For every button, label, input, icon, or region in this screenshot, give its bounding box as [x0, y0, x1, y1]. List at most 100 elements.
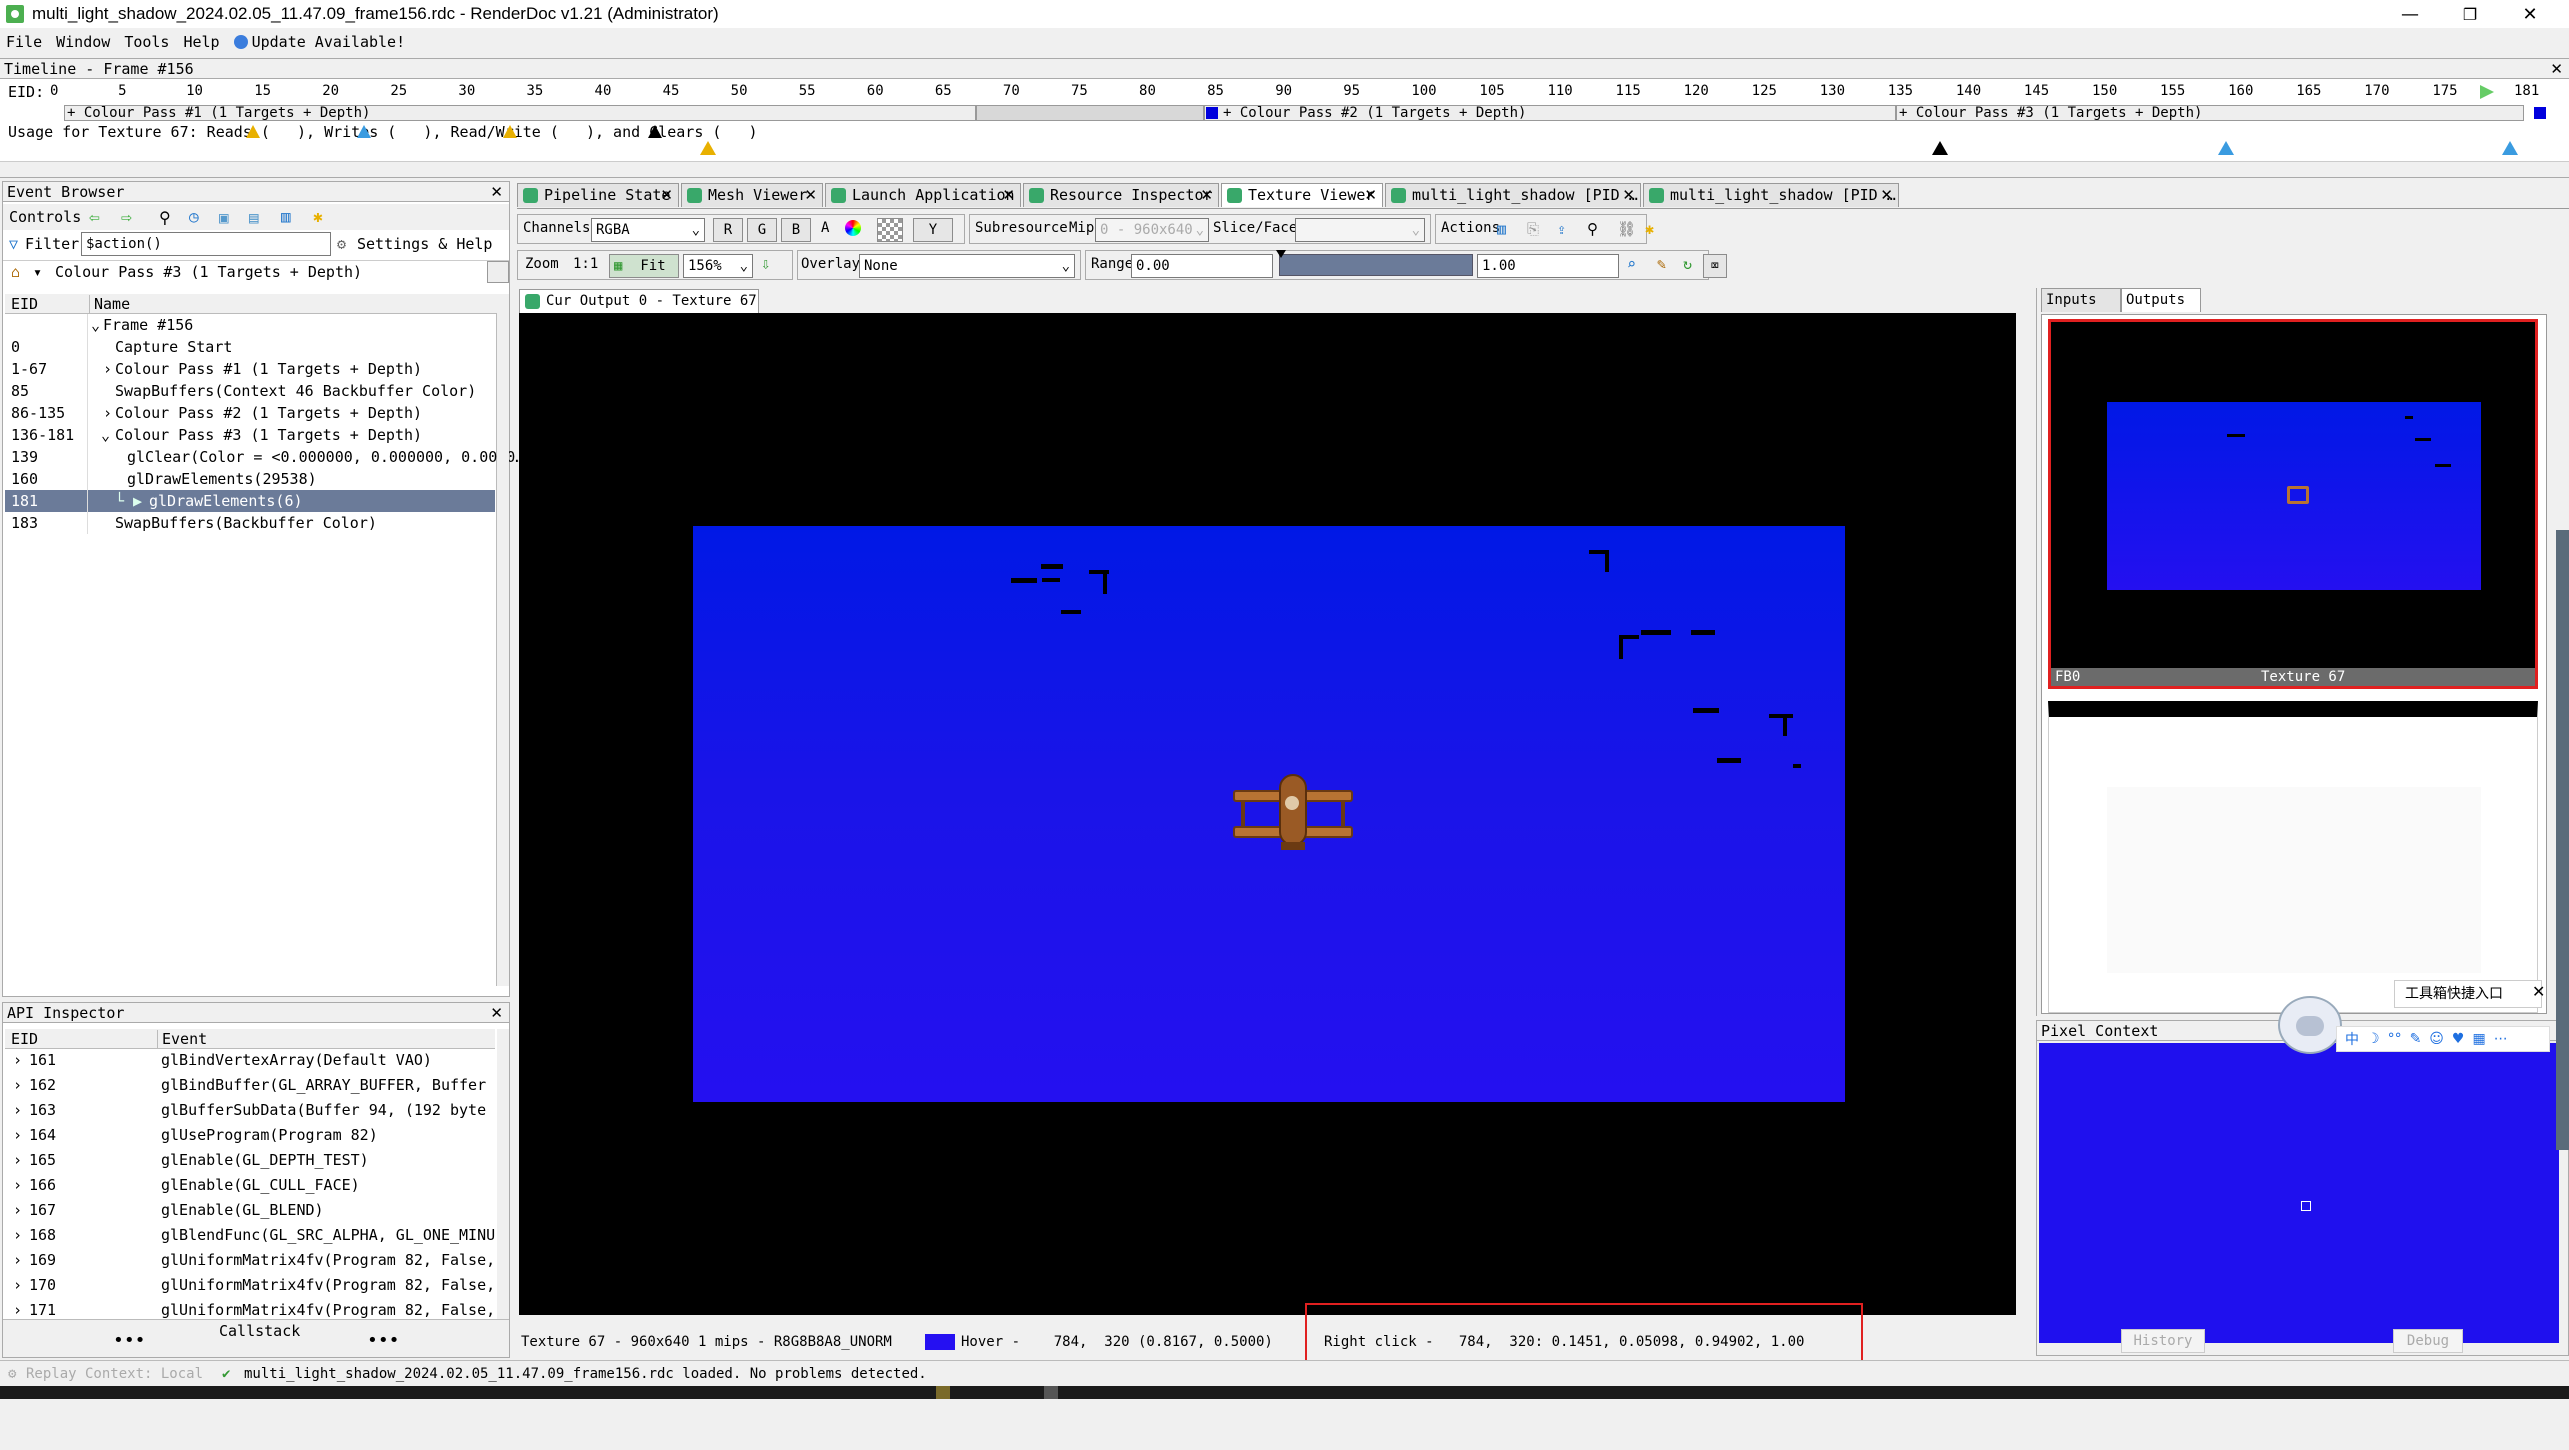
tab-pipeline-state[interactable]: Pipeline State ✕	[517, 183, 679, 207]
timeline-scrollbar[interactable]	[0, 161, 2569, 177]
splitter-dots[interactable]: •••	[367, 1330, 400, 1351]
api-call-row[interactable]: › 166 glEnable(GL_CULL_FACE)	[5, 1174, 495, 1196]
tab-texture-viewer[interactable]: Texture Viewer ✕	[1221, 183, 1383, 207]
color-picker-icon[interactable]	[845, 220, 861, 236]
expand-chevron-icon[interactable]: ›	[13, 1074, 22, 1096]
usage-write-marker[interactable]	[2502, 141, 2518, 155]
auto-fit-icon[interactable]: ✎	[1657, 255, 1666, 273]
checkerboard-icon[interactable]	[877, 218, 903, 242]
save-icon[interactable]: ▥	[281, 207, 291, 226]
timeline-pass-1[interactable]: + Colour Pass #1 (1 Targets + Depth)	[64, 105, 976, 121]
forward-arrow-icon[interactable]: ⇨	[121, 207, 132, 228]
api-call-row[interactable]: › 161 glBindVertexArray(Default VAO)	[5, 1049, 495, 1071]
api-call-row[interactable]: › 167 glEnable(GL_BLEND)	[5, 1199, 495, 1221]
range-min-input[interactable]: 0.00	[1131, 254, 1273, 278]
api-col-event[interactable]: Event	[157, 1030, 207, 1048]
api-col-eid[interactable]: EID	[11, 1030, 38, 1048]
event-list-scrollbar[interactable]	[497, 294, 509, 986]
col-eid[interactable]: EID	[11, 295, 38, 313]
toolbox-close-icon[interactable]: ✕	[2532, 982, 2545, 1001]
api-call-row[interactable]: › 165 glEnable(GL_DEPTH_TEST)	[5, 1149, 495, 1171]
histogram-toggle-icon[interactable]: ⌧	[1703, 254, 1727, 278]
binoculars-icon[interactable]: ⚲	[1587, 220, 1598, 238]
close-window-button[interactable]: ✕	[2500, 0, 2560, 28]
timeline-close-icon[interactable]: ✕	[2550, 59, 2563, 79]
collapse-icon[interactable]: ▤	[249, 208, 259, 227]
range-min-handle[interactable]	[1276, 250, 1286, 258]
api-call-row[interactable]: › 168 glBlendFunc(GL_SRC_ALPHA, GL_ONE_MIN…	[5, 1224, 495, 1246]
filter-input[interactable]: $action()	[81, 232, 331, 256]
home-icon[interactable]: ⌂	[11, 263, 20, 281]
copy-icon[interactable]: ⎘	[1527, 220, 1539, 238]
channels-select[interactable]: RGBA ⌄	[591, 218, 705, 242]
flip-icon[interactable]: ⇩	[761, 254, 771, 273]
event-row[interactable]: 160 glDrawElements(29538)	[5, 468, 495, 490]
event-row[interactable]: 1-67 › Colour Pass #1 (1 Targets + Depth)	[5, 358, 495, 380]
tab-resource-inspector[interactable]: Resource Inspector ✕	[1023, 183, 1219, 207]
output-thumbnail-selected[interactable]: FB0 Texture 67	[2048, 319, 2538, 689]
channel-g-toggle[interactable]: G	[747, 218, 777, 242]
ime-emoji-icon[interactable]: ☺	[2429, 1031, 2444, 1047]
usage-write-marker[interactable]	[2218, 141, 2234, 155]
output-thumbnail-empty[interactable]	[2048, 701, 2538, 1013]
assistant-avatar[interactable]	[2278, 996, 2342, 1054]
breadcrumb-dropdown-icon[interactable]: ▾	[33, 263, 42, 281]
ime-skin-icon[interactable]: ♥	[2452, 1031, 2465, 1047]
tab-launch-application[interactable]: Launch Application ✕	[825, 183, 1021, 207]
channel-y-toggle[interactable]: Y	[913, 218, 953, 242]
event-row[interactable]: 86-135 › Colour Pass #2 (1 Targets + Depth…	[5, 402, 495, 424]
slice-face-select[interactable]: ⌄	[1295, 218, 1425, 242]
pixel-context-view[interactable]	[2039, 1043, 2559, 1343]
menu-window[interactable]: Window	[56, 33, 110, 51]
breadcrumb-item[interactable]: Colour Pass #3 (1 Targets + Depth)	[55, 263, 362, 281]
splitter-dots[interactable]: •••	[113, 1330, 146, 1351]
ime-punct-icon[interactable]: °°	[2388, 1031, 2402, 1047]
channel-r-toggle[interactable]: R	[713, 218, 743, 242]
event-row-selected[interactable]: 181 └ ▶ glDrawElements(6)	[5, 490, 495, 512]
tab-cur-output[interactable]: Cur Output 0 - Texture 67	[519, 289, 759, 313]
tab-multi-light-shadow-2[interactable]: multi_light_shadow [PID … ✕	[1643, 183, 1899, 207]
menu-update-available[interactable]: Update Available!	[252, 33, 406, 51]
event-row[interactable]: 139 glClear(Color = <0.000000, 0.000000, …	[5, 446, 524, 468]
event-row[interactable]: ⌄ Frame #156	[5, 314, 495, 336]
reset-range-icon[interactable]: ↻	[1683, 255, 1692, 273]
api-call-row[interactable]: › 162 glBindBuffer(GL_ARRAY_BUFFER, Buffer…	[5, 1074, 495, 1096]
event-row[interactable]: 85 SwapBuffers(Context 46 Backbuffer Colo…	[5, 380, 495, 402]
expand-chevron-icon[interactable]: ›	[13, 1224, 22, 1246]
tab-mesh-viewer[interactable]: Mesh Viewer ✕	[681, 183, 823, 207]
tab-multi-light-shadow-1[interactable]: multi_light_shadow [PID … ✕	[1385, 183, 1641, 207]
ime-tool-icon[interactable]: ✎	[2410, 1031, 2422, 1047]
time-durations-icon[interactable]: ◷	[189, 207, 199, 226]
range-histogram-slider[interactable]	[1279, 254, 1473, 276]
maximize-button[interactable]: ❐	[2440, 0, 2500, 28]
event-row[interactable]: 0 Capture Start	[5, 336, 495, 358]
timeline-pass-3[interactable]: + Colour Pass #3 (1 Targets + Depth)	[1896, 105, 2524, 121]
mip-select[interactable]: 0 - 960x640 ⌄	[1095, 218, 1209, 242]
zoom-range-icon[interactable]: ⌕	[1627, 255, 1636, 273]
settings-star-icon[interactable]: ✱	[313, 207, 323, 226]
settings-help-button[interactable]: Settings & Help	[357, 235, 492, 253]
api-call-row[interactable]: › 169 glUniformMatrix4fv(Program 82, False…	[5, 1249, 495, 1271]
open-icon[interactable]: ⇪	[1557, 220, 1566, 238]
api-call-row[interactable]: › 164 glUseProgram(Program 82)	[5, 1124, 495, 1146]
tab-inputs[interactable]: Inputs	[2041, 288, 2121, 312]
back-arrow-icon[interactable]: ⇦	[89, 207, 100, 228]
expand-chevron-icon[interactable]: ›	[13, 1149, 22, 1171]
range-max-input[interactable]: 1.00	[1477, 254, 1619, 278]
expand-chevron-icon[interactable]: ›	[13, 1274, 22, 1296]
api-list-scrollbar[interactable]	[497, 1029, 509, 1319]
expand-chevron-icon[interactable]: ›	[13, 1099, 22, 1121]
settings-icon[interactable]: ✱	[1645, 220, 1654, 238]
history-button[interactable]: History	[2121, 1329, 2205, 1353]
callstack-label[interactable]: Callstack	[219, 1322, 300, 1340]
menu-tools[interactable]: Tools	[124, 33, 169, 51]
tab-outputs[interactable]: Outputs	[2121, 288, 2201, 312]
ime-grid-icon[interactable]: ▦	[2472, 1031, 2485, 1047]
toolbox-shortcut-tooltip[interactable]: 工具箱快捷入口	[2394, 980, 2542, 1008]
usage-clear-marker[interactable]	[1932, 141, 1948, 155]
viewport-v-scrollbar[interactable]	[2016, 313, 2030, 1315]
save-texture-icon[interactable]: ▥	[1497, 220, 1506, 238]
api-call-row[interactable]: › 163 glBufferSubData(Buffer 94, (192 byte	[5, 1099, 495, 1121]
bookmarks-icon[interactable]: ⚲	[159, 208, 171, 227]
breadcrumb-edit-icon[interactable]	[487, 261, 509, 283]
